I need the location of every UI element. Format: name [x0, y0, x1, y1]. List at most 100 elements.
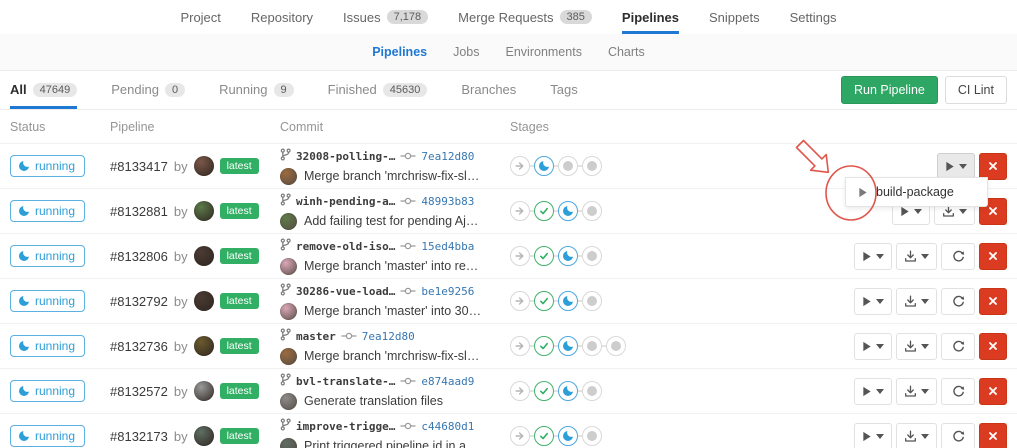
commit-message[interactable]: Merge branch 'mrchrisw-fix-sl… [304, 349, 479, 363]
subnav-item-environments[interactable]: Environments [506, 45, 582, 59]
tab-pending[interactable]: Pending0 [111, 71, 185, 109]
download-artifacts-dropdown-button[interactable] [896, 423, 937, 448]
stage-icon-success[interactable] [534, 201, 554, 221]
stage-icon-running[interactable] [558, 291, 578, 311]
branch-name-link[interactable]: master [296, 330, 336, 343]
retry-pipeline-button[interactable] [941, 333, 975, 360]
user-avatar[interactable] [194, 246, 214, 266]
cancel-pipeline-button[interactable] [979, 153, 1007, 180]
download-artifacts-dropdown-button[interactable] [896, 243, 937, 270]
stage-icon-created[interactable] [582, 156, 602, 176]
stage-icon-skipped[interactable] [510, 246, 530, 266]
manual-actions-dropdown-button[interactable] [937, 153, 975, 180]
commit-sha-link[interactable]: 48993b83 [421, 195, 474, 208]
pipeline-id-link[interactable]: #8132792 [110, 294, 168, 309]
stage-icon-skipped[interactable] [510, 291, 530, 311]
user-avatar[interactable] [194, 201, 214, 221]
run-pipeline-button[interactable]: Run Pipeline [841, 76, 938, 104]
stage-icon-success[interactable] [534, 291, 554, 311]
stage-icon-created[interactable] [606, 336, 626, 356]
stage-icon-running[interactable] [534, 156, 554, 176]
download-artifacts-dropdown-button[interactable] [896, 288, 937, 315]
commit-sha-link[interactable]: be1e9256 [421, 285, 474, 298]
pipeline-id-link[interactable]: #8132736 [110, 339, 168, 354]
status-badge-running[interactable]: running [10, 335, 85, 357]
ci-lint-button[interactable]: CI Lint [945, 76, 1007, 104]
stage-icon-running[interactable] [558, 336, 578, 356]
download-artifacts-dropdown-button[interactable] [896, 333, 937, 360]
user-avatar[interactable] [194, 381, 214, 401]
branch-name-link[interactable]: improve-trigge… [296, 420, 395, 433]
user-avatar[interactable] [194, 426, 214, 446]
manual-actions-dropdown-button[interactable] [854, 423, 892, 448]
stage-icon-skipped[interactable] [510, 381, 530, 401]
cancel-pipeline-button[interactable] [979, 288, 1007, 315]
status-badge-running[interactable]: running [10, 425, 85, 447]
tab-finished[interactable]: Finished45630 [328, 71, 428, 109]
commit-author-avatar[interactable] [280, 393, 297, 410]
pipeline-id-link[interactable]: #8132881 [110, 204, 168, 219]
branch-name-link[interactable]: bvl-translate-… [296, 375, 395, 388]
user-avatar[interactable] [194, 336, 214, 356]
stage-icon-created[interactable] [582, 246, 602, 266]
commit-sha-link[interactable]: e874aad9 [421, 375, 474, 388]
status-badge-running[interactable]: running [10, 245, 85, 267]
commit-message[interactable]: Print triggered pipeline id in a… [304, 439, 478, 448]
nav-item-merge-requests[interactable]: Merge Requests385 [458, 0, 592, 34]
branch-name-link[interactable]: winh-pending-a… [296, 195, 395, 208]
stage-icon-success[interactable] [534, 336, 554, 356]
stage-icon-created[interactable] [582, 201, 602, 221]
stage-icon-skipped[interactable] [510, 426, 530, 446]
commit-sha-link[interactable]: 15ed4bba [421, 240, 474, 253]
stage-icon-running[interactable] [558, 201, 578, 221]
status-badge-running[interactable]: running [10, 380, 85, 402]
status-badge-running[interactable]: running [10, 200, 85, 222]
stage-icon-skipped[interactable] [510, 156, 530, 176]
stage-icon-created[interactable] [582, 381, 602, 401]
commit-sha-link[interactable]: 7ea12d80 [362, 330, 415, 343]
stage-icon-created[interactable] [582, 291, 602, 311]
subnav-item-charts[interactable]: Charts [608, 45, 645, 59]
commit-author-avatar[interactable] [280, 168, 297, 185]
commit-author-avatar[interactable] [280, 348, 297, 365]
retry-pipeline-button[interactable] [941, 288, 975, 315]
stage-icon-success[interactable] [534, 381, 554, 401]
stage-icon-running[interactable] [558, 381, 578, 401]
cancel-pipeline-button[interactable] [979, 378, 1007, 405]
retry-pipeline-button[interactable] [941, 378, 975, 405]
stage-icon-success[interactable] [534, 426, 554, 446]
stage-icon-skipped[interactable] [510, 336, 530, 356]
download-artifacts-dropdown-button[interactable] [896, 378, 937, 405]
stage-icon-success[interactable] [534, 246, 554, 266]
retry-pipeline-button[interactable] [941, 423, 975, 448]
commit-author-avatar[interactable] [280, 213, 297, 230]
commit-message[interactable]: Merge branch 'mrchrisw-fix-sl… [304, 169, 479, 183]
tab-branches[interactable]: Branches [461, 71, 516, 109]
nav-item-repository[interactable]: Repository [251, 0, 313, 34]
cancel-pipeline-button[interactable] [979, 423, 1007, 448]
commit-author-avatar[interactable] [280, 258, 297, 275]
commit-author-avatar[interactable] [280, 438, 297, 448]
retry-pipeline-button[interactable] [941, 243, 975, 270]
branch-name-link[interactable]: remove-old-iso… [296, 240, 395, 253]
commit-message[interactable]: Generate translation files [304, 394, 443, 408]
stage-icon-created[interactable] [582, 426, 602, 446]
status-badge-running[interactable]: running [10, 290, 85, 312]
cancel-pipeline-button[interactable] [979, 243, 1007, 270]
pipeline-id-link[interactable]: #8132806 [110, 249, 168, 264]
subnav-item-pipelines[interactable]: Pipelines [372, 45, 427, 59]
tab-all[interactable]: All47649 [10, 71, 77, 109]
manual-actions-dropdown-button[interactable] [854, 288, 892, 315]
stage-icon-skipped[interactable] [510, 201, 530, 221]
commit-message[interactable]: Merge branch 'master' into re… [304, 259, 478, 273]
manual-actions-dropdown-button[interactable] [854, 243, 892, 270]
status-badge-running[interactable]: running [10, 155, 85, 177]
nav-item-snippets[interactable]: Snippets [709, 0, 760, 34]
manual-actions-dropdown-button[interactable] [854, 378, 892, 405]
dropdown-item-build-package[interactable]: build-package [846, 178, 987, 206]
nav-item-pipelines[interactable]: Pipelines [622, 0, 679, 34]
tab-running[interactable]: Running9 [219, 71, 294, 109]
stage-icon-running[interactable] [558, 426, 578, 446]
nav-item-project[interactable]: Project [180, 0, 220, 34]
tab-tags[interactable]: Tags [550, 71, 577, 109]
